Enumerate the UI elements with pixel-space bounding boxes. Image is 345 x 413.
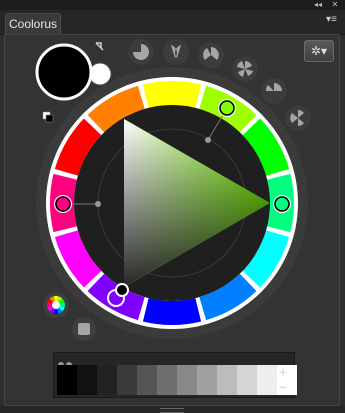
palette-swatch[interactable] [137,365,157,395]
panel-resize-grip[interactable] [0,406,345,413]
palette-swatch[interactable] [97,365,117,395]
default-colors-icon[interactable] [42,111,54,123]
triangle-picker-marker[interactable] [115,283,129,297]
foreground-color-swatch[interactable] [35,43,93,101]
hue-marker-secondary[interactable] [219,100,235,116]
palette-dots [58,355,74,368]
add-swatch-button[interactable]: + [276,365,290,379]
palette-swatch[interactable] [177,365,197,395]
settings-gear-button[interactable]: ✲▾ [304,40,334,62]
color-mode-wheel-center [52,301,60,309]
palette-swatch[interactable] [217,365,237,395]
palette-swatch[interactable] [157,365,177,395]
palette-swatch[interactable] [57,365,77,395]
wheel-mode-button-2[interactable] [163,39,189,65]
palette-swatch[interactable] [117,365,137,395]
harmony-guide-dot [205,137,211,143]
palette-swatch[interactable] [77,365,97,395]
hue-marker-tertiary[interactable] [55,196,71,212]
gear-icon: ✲▾ [310,44,328,58]
palette-swatch[interactable] [257,365,277,395]
palette-swatch[interactable] [197,365,217,395]
palette-swatch[interactable] [237,365,257,395]
harmony-guide-dot [95,201,101,207]
palette-swatches [57,365,297,395]
color-wheel-segment[interactable] [142,80,202,108]
square-mode-icon [78,323,90,335]
remove-swatch-button[interactable]: − [276,380,290,394]
swatch-palette [53,352,297,398]
swap-colors-icon[interactable] [95,42,104,51]
color-wheel-segment[interactable] [142,298,202,325]
hue-marker-primary[interactable] [274,196,290,212]
